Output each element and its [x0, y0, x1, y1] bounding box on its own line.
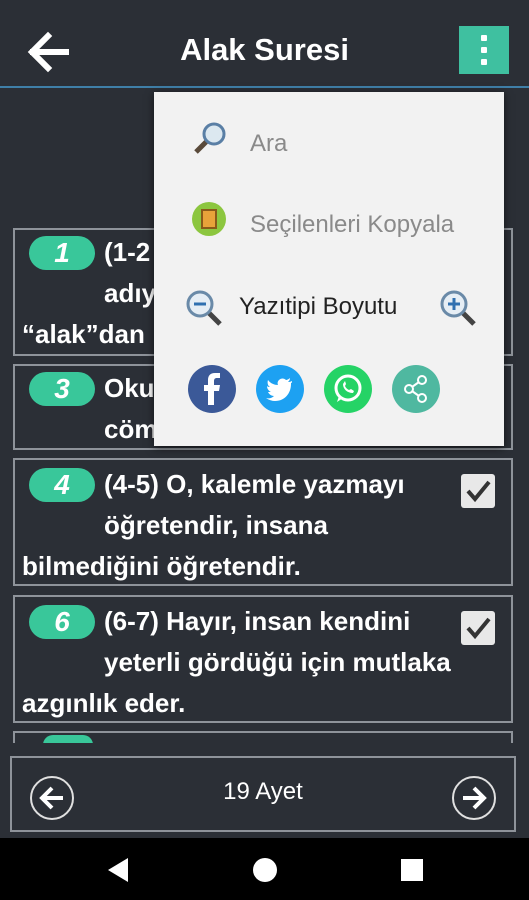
verse-text-line: yeterli gördüğü için mutlaka	[104, 647, 451, 677]
zoom-in-icon[interactable]	[438, 288, 478, 328]
checkmark-icon	[466, 617, 491, 640]
pager-bar: 19 Ayet	[10, 756, 516, 832]
twitter-icon	[266, 378, 292, 401]
verse-text-line: (6-7) Hayır, insan kendini	[104, 606, 411, 636]
verse-text-line: öğretendir, insana	[104, 510, 328, 540]
verse-text-line: azgınlık eder.	[22, 688, 186, 718]
checkmark-icon	[466, 480, 491, 503]
verse-checkbox[interactable]	[461, 611, 495, 645]
nav-recents-icon[interactable]	[400, 858, 424, 882]
menu-item-label: Ara	[250, 130, 288, 157]
app-bar: Alak Suresi	[0, 0, 529, 88]
menu-item-font-size: Yazıtipi Boyutu	[154, 278, 504, 340]
verse-number-badge: 6	[29, 605, 95, 639]
next-button[interactable]	[452, 776, 496, 820]
verse-checkbox[interactable]	[461, 474, 495, 508]
magnifier-icon	[194, 122, 226, 154]
verse-card-4[interactable]: 4 (4-5) O, kalemle yazmayı öğretendir, i…	[13, 458, 513, 586]
ayet-count: 19 Ayet	[223, 778, 303, 805]
verse-text-line: (1-2	[104, 237, 151, 267]
menu-item-label: Seçilenleri Kopyala	[250, 211, 455, 238]
zoom-out-icon[interactable]	[184, 288, 224, 328]
overflow-menu-button[interactable]	[459, 26, 509, 74]
menu-item-copy-selected[interactable]: Seçilenleri Kopyala	[154, 192, 504, 254]
verse-number-badge: 1	[29, 236, 95, 270]
facebook-share-button[interactable]	[188, 365, 236, 413]
twitter-share-button[interactable]	[256, 365, 304, 413]
menu-item-search[interactable]: Ara	[154, 112, 504, 174]
app-bar-divider	[0, 86, 529, 88]
verse-text-line: bilmediğini öğretendir.	[22, 551, 301, 581]
whatsapp-share-button[interactable]	[324, 365, 372, 413]
verse-text-line: cöm	[104, 414, 158, 444]
arrow-right-circle-icon	[463, 786, 487, 810]
verse-text-line: (4-5) O, kalemle yazmayı	[104, 469, 405, 499]
overflow-menu: Ara Seçilenleri Kopyala Yazıtipi Boyutu	[154, 92, 504, 446]
verse-text-line: adıy	[104, 278, 157, 308]
nav-back-icon[interactable]	[104, 856, 132, 884]
menu-item-label: Yazıtipi Boyutu	[239, 293, 398, 320]
share-button[interactable]	[392, 365, 440, 413]
verse-text-line: “alak”dan	[22, 319, 145, 349]
verse-card-6[interactable]: 6 (6-7) Hayır, insan kendini yeterli gör…	[13, 595, 513, 723]
verse-number-badge: 4	[29, 468, 95, 502]
system-nav-bar	[0, 838, 529, 900]
nav-home-icon[interactable]	[252, 857, 278, 883]
verse-card-partial	[13, 731, 513, 743]
verse-number-badge: 3	[29, 372, 95, 406]
copy-book-icon	[192, 202, 226, 236]
whatsapp-icon	[334, 374, 362, 402]
share-icon	[404, 375, 427, 403]
facebook-icon	[204, 373, 220, 405]
verse-text-line: Oku	[104, 373, 155, 403]
page-title: Alak Suresi	[180, 32, 349, 67]
